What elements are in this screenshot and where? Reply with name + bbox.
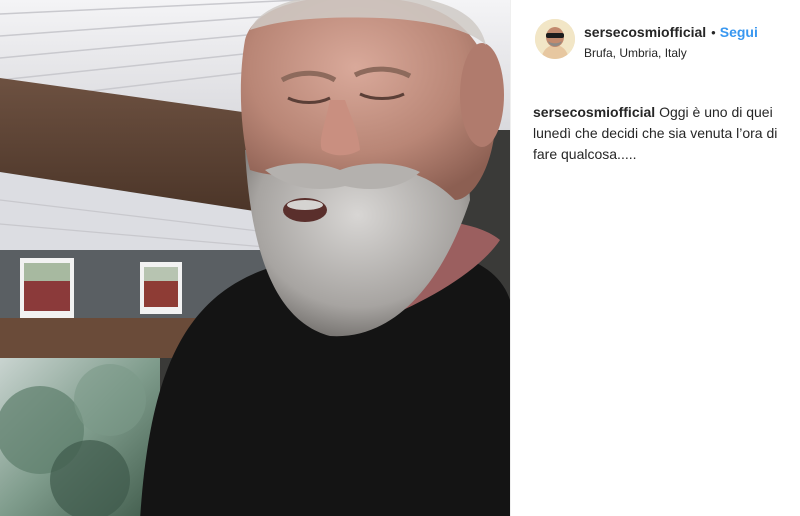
post-video[interactable] xyxy=(0,0,510,516)
author-line: sersecosmiofficial • Segui xyxy=(584,24,758,40)
video-frame-image xyxy=(0,0,510,516)
follow-button[interactable]: Segui xyxy=(720,24,758,40)
avatar-portrait-icon xyxy=(535,19,575,59)
author-avatar[interactable] xyxy=(535,19,575,59)
post-location[interactable]: Brufa, Umbria, Italy xyxy=(584,46,687,60)
separator-dot: • xyxy=(711,25,716,40)
post-sidebar: sersecosmiofficial • Segui Brufa, Umbria, … xyxy=(510,0,800,516)
caption-username[interactable]: sersecosmiofficial xyxy=(533,104,655,120)
post-container: sersecosmiofficial • Segui Brufa, Umbria, … xyxy=(0,0,800,516)
author-username[interactable]: sersecosmiofficial xyxy=(584,24,706,40)
post-caption: sersecosmiofficial Oggi è uno di quei lu… xyxy=(533,102,800,165)
post-header: sersecosmiofficial • Segui Brufa, Umbria, … xyxy=(511,0,800,82)
